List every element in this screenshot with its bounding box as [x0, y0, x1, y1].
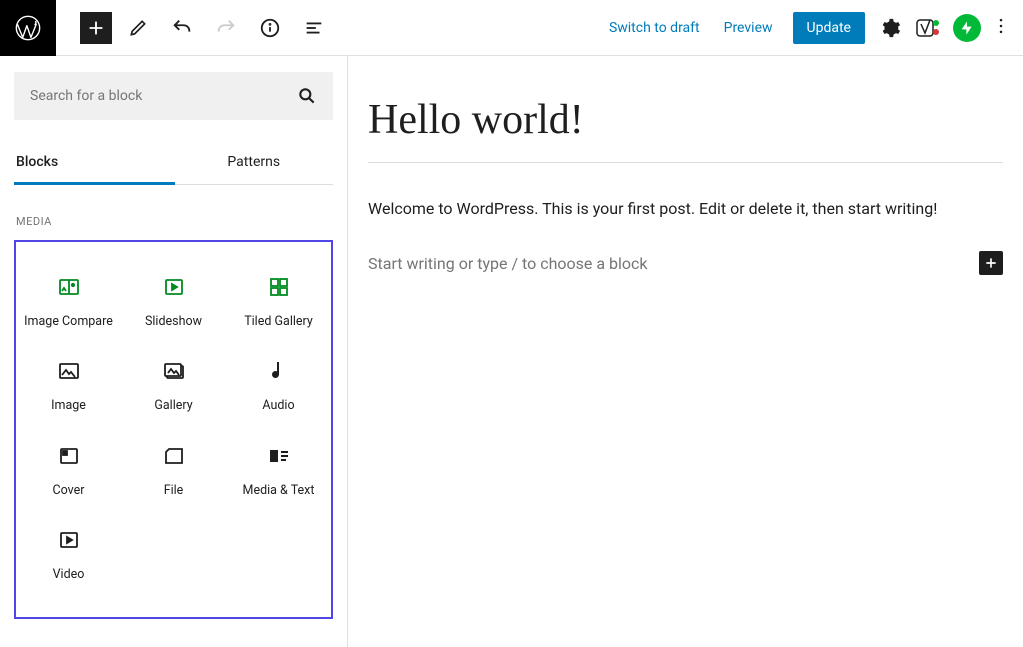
- image-icon: [57, 359, 81, 383]
- block-item-media-text[interactable]: Media & Text: [226, 429, 331, 513]
- block-label: Tiled Gallery: [244, 314, 313, 330]
- wordpress-icon: [14, 14, 42, 42]
- block-label: Image Compare: [24, 314, 113, 330]
- media-blocks-grid: Image Compare Slideshow Tiled Gallery Im…: [14, 240, 333, 619]
- block-search-input[interactable]: [30, 88, 297, 104]
- post-paragraph[interactable]: Welcome to WordPress. This is your first…: [368, 197, 1003, 221]
- block-item-video[interactable]: Video: [16, 513, 121, 597]
- audio-icon: [267, 359, 291, 383]
- undo-icon: [171, 17, 193, 39]
- block-item-cover[interactable]: Cover: [16, 429, 121, 513]
- pencil-icon: [128, 18, 148, 38]
- block-item-tiled-gallery[interactable]: Tiled Gallery: [226, 260, 331, 344]
- info-icon: [259, 17, 281, 39]
- slideshow-icon: [162, 275, 186, 299]
- block-label: Gallery: [154, 398, 192, 414]
- block-item-file[interactable]: File: [121, 429, 226, 513]
- block-appender-row: Start writing or type / to choose a bloc…: [368, 251, 1003, 275]
- plus-icon: [983, 255, 999, 271]
- block-placeholder-text[interactable]: Start writing or type / to choose a bloc…: [368, 254, 648, 273]
- block-item-image-compare[interactable]: Image Compare: [16, 260, 121, 344]
- yoast-icon: [915, 16, 939, 40]
- tab-blocks[interactable]: Blocks: [14, 142, 175, 185]
- post-title[interactable]: Hello world!: [368, 96, 1003, 163]
- kebab-icon: [991, 16, 1011, 36]
- block-item-audio[interactable]: Audio: [226, 344, 331, 428]
- settings-button[interactable]: [879, 17, 901, 39]
- tiled-gallery-icon: [267, 275, 291, 299]
- jetpack-icon: [959, 20, 975, 36]
- gallery-icon: [162, 359, 186, 383]
- wordpress-logo[interactable]: [0, 0, 56, 56]
- block-label: Cover: [52, 483, 84, 499]
- search-icon: [297, 86, 317, 106]
- media-text-icon: [267, 444, 291, 468]
- redo-button[interactable]: [208, 10, 244, 46]
- preview-link[interactable]: Preview: [712, 20, 785, 36]
- update-button[interactable]: Update: [793, 12, 865, 44]
- inline-add-block-button[interactable]: [979, 251, 1003, 275]
- outline-button[interactable]: [296, 10, 332, 46]
- category-label-media: MEDIA: [14, 215, 333, 228]
- jetpack-button[interactable]: [953, 14, 981, 42]
- toggle-inserter-button[interactable]: [80, 12, 112, 44]
- gear-icon: [879, 17, 901, 39]
- switch-to-draft-link[interactable]: Switch to draft: [597, 20, 712, 36]
- block-inserter-panel[interactable]: Blocks Patterns MEDIA Image Compare Slid…: [0, 56, 348, 647]
- tab-patterns[interactable]: Patterns: [175, 142, 334, 184]
- edit-tool-button[interactable]: [120, 10, 156, 46]
- file-icon: [162, 444, 186, 468]
- editor-canvas[interactable]: Hello world! Welcome to WordPress. This …: [348, 56, 1023, 647]
- list-view-icon: [303, 17, 325, 39]
- block-item-gallery[interactable]: Gallery: [121, 344, 226, 428]
- video-icon: [57, 528, 81, 552]
- block-item-image[interactable]: Image: [16, 344, 121, 428]
- block-label: Media & Text: [243, 483, 315, 499]
- cover-icon: [57, 444, 81, 468]
- image-compare-icon: [57, 275, 81, 299]
- block-label: File: [164, 483, 184, 499]
- redo-icon: [215, 17, 237, 39]
- block-item-slideshow[interactable]: Slideshow: [121, 260, 226, 344]
- yoast-button[interactable]: [915, 16, 939, 40]
- inserter-tabs: Blocks Patterns: [14, 142, 333, 185]
- block-label: Audio: [262, 398, 294, 414]
- block-search-box: [14, 72, 333, 120]
- info-button[interactable]: [252, 10, 288, 46]
- plus-icon: [85, 17, 107, 39]
- undo-button[interactable]: [164, 10, 200, 46]
- top-toolbar: Switch to draft Preview Update: [0, 0, 1023, 56]
- block-label: Slideshow: [145, 314, 202, 330]
- block-label: Image: [51, 398, 86, 414]
- block-label: Video: [53, 567, 85, 583]
- more-menu-button[interactable]: [991, 16, 1011, 40]
